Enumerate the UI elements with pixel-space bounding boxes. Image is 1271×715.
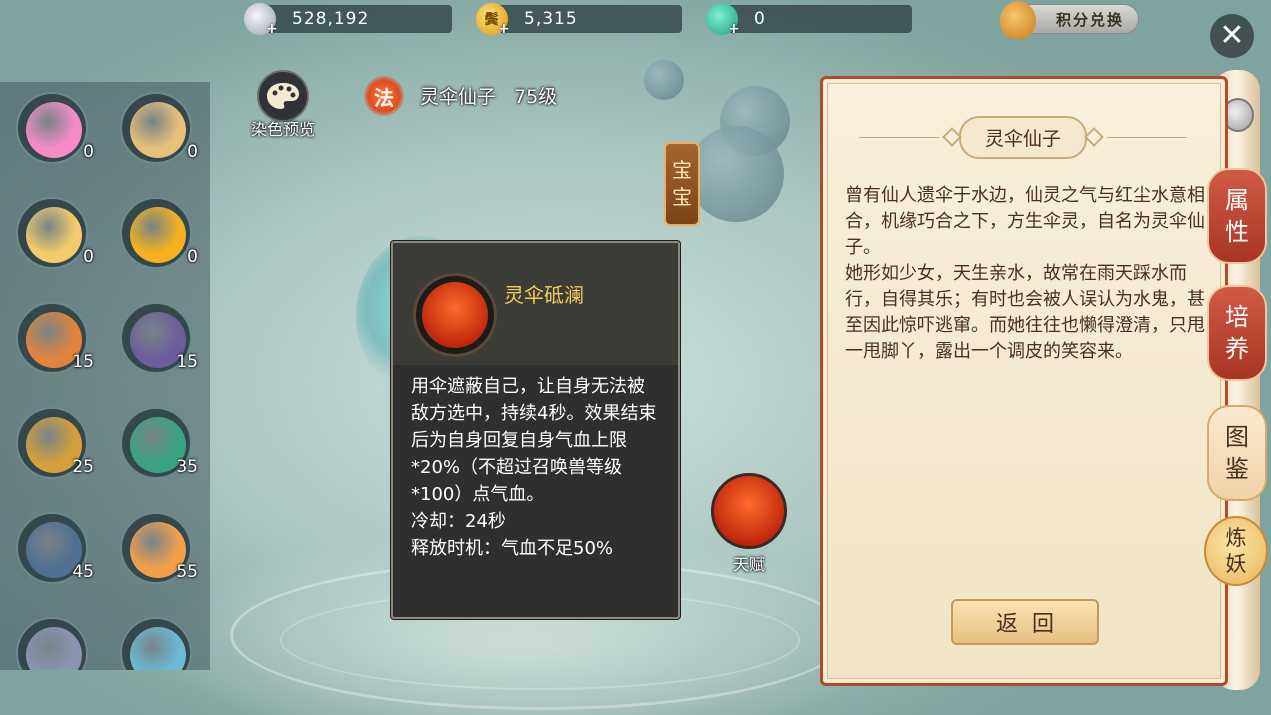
pet-avatar — [16, 617, 88, 670]
pet-list[interactable]: 0 0 0 0 15 15 25 35 45 55 — [0, 82, 210, 670]
skill-cooldown: 冷却：24秒 — [411, 511, 506, 532]
talent-label: 天赋 — [732, 555, 765, 574]
pet-name: 灵伞仙子 — [420, 86, 497, 108]
jade-currency[interactable]: + 0 — [706, 3, 912, 37]
flame-fist-icon — [422, 282, 488, 348]
tab-codex[interactable]: 图 鉴 — [1207, 405, 1267, 501]
dye-preview-button[interactable]: 染色预览 — [240, 70, 326, 140]
pet-portrait-icon — [130, 102, 186, 158]
pet-avatar — [120, 617, 192, 670]
panel-title-bar: 灵伞仙子 — [853, 115, 1193, 159]
pet-list-item[interactable]: 15 — [104, 292, 204, 388]
gold-currency[interactable]: 鬓 + 5,315 — [476, 3, 682, 37]
close-icon: ✕ — [1219, 18, 1245, 53]
pet-count: 0 — [83, 247, 94, 267]
pet-title: 灵伞仙子 75级 — [420, 82, 557, 109]
pet-count: 45 — [72, 562, 94, 582]
skill-header: 灵伞砥澜 — [393, 243, 678, 365]
tab-training[interactable]: 培 养 — [1207, 285, 1267, 381]
pet-portrait-icon — [26, 102, 82, 158]
skill-description: 用伞遮蔽自己，让自身无法被敌方选中，持续4秒。效果结束后为自身回复自身气血上限*… — [411, 376, 657, 505]
talent-icon — [711, 473, 787, 549]
palette-icon — [257, 70, 309, 122]
back-button[interactable]: 返回 — [951, 599, 1099, 645]
add-icon[interactable]: + — [266, 21, 279, 37]
pet-count: 15 — [72, 352, 94, 372]
baobao-char-2: 宝 — [672, 185, 692, 209]
baobao-char-1: 宝 — [672, 158, 692, 182]
pet-list-item[interactable]: 0 — [104, 82, 204, 178]
tab-codex-char-2: 鉴 — [1225, 455, 1249, 483]
pet-type-badge: 法 — [364, 76, 404, 116]
money-bag-icon — [1000, 1, 1036, 39]
divider — [859, 136, 939, 138]
pet-list-item[interactable]: 55 — [104, 502, 204, 598]
pet-list-item[interactable]: 25 — [0, 397, 100, 493]
pet-count: 15 — [176, 352, 198, 372]
talent-button[interactable]: 天赋 — [709, 473, 789, 583]
tab-refine[interactable]: 炼 妖 — [1204, 516, 1268, 586]
pet-list-item[interactable]: 0 — [0, 187, 100, 283]
pet-list-item[interactable] — [104, 607, 204, 670]
skill-tooltip: 灵伞砥澜 用伞遮蔽自己，让自身无法被敌方选中，持续4秒。效果结束后为自身回复自身… — [391, 241, 680, 619]
tab-attributes-char-2: 性 — [1225, 218, 1249, 246]
gold-amount: 5,315 — [524, 9, 578, 29]
pet-level: 75级 — [514, 86, 558, 108]
pet-portrait-icon — [26, 207, 82, 263]
divider — [1107, 136, 1188, 138]
tab-attributes-char-1: 属 — [1225, 186, 1249, 214]
gourd-decoration — [688, 126, 784, 222]
pet-lore-text: 曾有仙人遗伞于水边，仙灵之气与红尘水意相合，机缘巧合之下，方生伞灵，自名为灵伞仙… — [845, 185, 1205, 362]
pet-count: 35 — [176, 457, 198, 477]
points-exchange-label: 积分兑换 — [1055, 10, 1124, 29]
baobao-tab[interactable]: 宝 宝 — [664, 142, 700, 226]
pet-avatar — [120, 197, 192, 269]
pet-list-item[interactable]: 45 — [0, 502, 100, 598]
pet-list-item[interactable]: 0 — [0, 82, 100, 178]
add-icon[interactable]: + — [728, 21, 741, 37]
gourd-decoration — [644, 60, 684, 100]
pet-count: 0 — [83, 142, 94, 162]
tab-attributes[interactable]: 属 性 — [1207, 168, 1267, 264]
diamond-ornament-icon — [1084, 127, 1104, 147]
pet-avatar — [16, 92, 88, 164]
pet-avatar — [120, 92, 192, 164]
dye-preview-label: 染色预览 — [250, 120, 315, 139]
pet-count: 0 — [187, 247, 198, 267]
pet-avatar — [16, 197, 88, 269]
panel-title: 灵伞仙子 — [959, 115, 1088, 159]
pet-info-panel: 灵伞仙子 曾有仙人遗伞于水边，仙灵之气与红尘水意相合，机缘巧合之下，方生伞灵，自… — [820, 76, 1228, 686]
pet-count: 55 — [176, 562, 198, 582]
points-exchange-button[interactable]: 积分兑换 — [1000, 1, 1139, 39]
jade-amount: 0 — [754, 9, 766, 29]
pet-count: 25 — [72, 457, 94, 477]
tab-training-char-1: 培 — [1225, 303, 1249, 331]
pet-list-item[interactable]: 35 — [104, 397, 204, 493]
pet-portrait-icon — [130, 627, 186, 670]
skill-icon — [413, 273, 497, 357]
silver-currency[interactable]: + 528,192 — [244, 3, 452, 37]
silver-amount: 528,192 — [292, 9, 370, 29]
pet-portrait-icon — [26, 627, 82, 670]
pet-list-item[interactable]: 0 — [104, 187, 204, 283]
add-icon[interactable]: + — [498, 21, 511, 37]
skill-name: 灵伞砥澜 — [504, 283, 584, 307]
pet-list-item[interactable]: 15 — [0, 292, 100, 388]
tab-refine-char-1: 炼 — [1225, 526, 1247, 550]
tab-training-char-2: 养 — [1225, 335, 1249, 363]
pet-list-item[interactable] — [0, 607, 100, 670]
skill-trigger: 释放时机：气血不足50% — [411, 538, 614, 559]
tab-codex-char-1: 图 — [1225, 423, 1249, 451]
close-button[interactable]: ✕ — [1210, 14, 1254, 58]
pet-count: 0 — [187, 142, 198, 162]
tab-refine-char-2: 妖 — [1225, 552, 1247, 576]
pet-portrait-icon — [130, 207, 186, 263]
